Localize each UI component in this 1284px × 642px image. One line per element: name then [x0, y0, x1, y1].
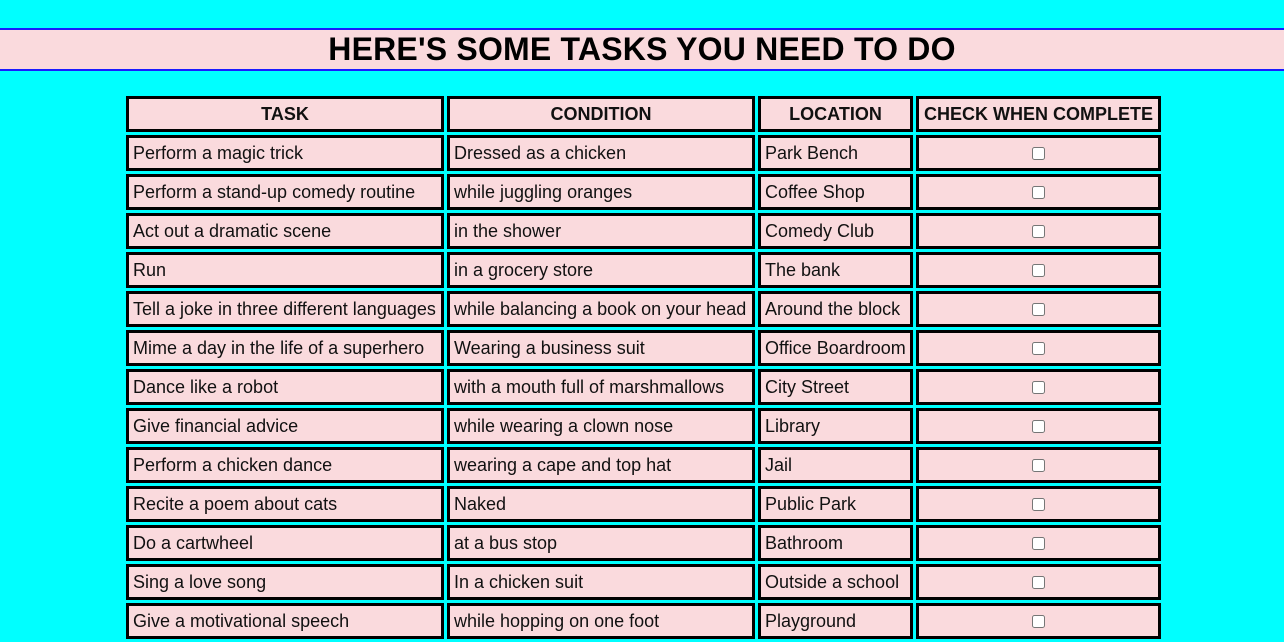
- complete-checkbox[interactable]: [1032, 381, 1045, 395]
- location-cell: Public Park: [758, 486, 913, 522]
- check-cell: [916, 330, 1161, 366]
- complete-checkbox[interactable]: [1032, 264, 1045, 278]
- task-cell: Act out a dramatic scene: [126, 213, 444, 249]
- table-header-row: TASK CONDITION LOCATION CHECK WHEN COMPL…: [126, 96, 1161, 132]
- check-cell: [916, 135, 1161, 171]
- table-row: Perform a stand-up comedy routine while j…: [126, 174, 1161, 210]
- condition-cell: Wearing a business suit: [447, 330, 755, 366]
- complete-checkbox[interactable]: [1032, 225, 1045, 239]
- location-cell: Office Boardroom: [758, 330, 913, 366]
- check-cell: [916, 447, 1161, 483]
- condition-cell: while balancing a book on your head: [447, 291, 755, 327]
- complete-checkbox[interactable]: [1032, 498, 1045, 512]
- complete-checkbox[interactable]: [1032, 459, 1045, 473]
- condition-cell: in a grocery store: [447, 252, 755, 288]
- table-row: Act out a dramatic scene in the shower Com…: [126, 213, 1161, 249]
- check-cell: [916, 525, 1161, 561]
- complete-checkbox[interactable]: [1032, 303, 1045, 317]
- table-row: Perform a chicken dance wearing a cape an…: [126, 447, 1161, 483]
- condition-cell: wearing a cape and top hat: [447, 447, 755, 483]
- check-cell: [916, 486, 1161, 522]
- location-cell: Outside a school: [758, 564, 913, 600]
- check-cell: [916, 603, 1161, 639]
- page-title: HERE'S SOME TASKS YOU NEED TO DO: [328, 31, 956, 67]
- condition-cell: at a bus stop: [447, 525, 755, 561]
- table-row: Recite a poem about cats Naked Public Park: [126, 486, 1161, 522]
- task-cell: Do a cartwheel: [126, 525, 444, 561]
- complete-checkbox[interactable]: [1032, 420, 1045, 434]
- location-cell: Comedy Club: [758, 213, 913, 249]
- header-condition: CONDITION: [447, 96, 755, 132]
- task-cell: Mime a day in the life of a superhero: [126, 330, 444, 366]
- header-task: TASK: [126, 96, 444, 132]
- condition-cell: Dressed as a chicken: [447, 135, 755, 171]
- complete-checkbox[interactable]: [1032, 147, 1045, 161]
- location-cell: Around the block: [758, 291, 913, 327]
- table-row: Sing a love song In a chicken suit Outside…: [126, 564, 1161, 600]
- task-cell: Perform a stand-up comedy routine: [126, 174, 444, 210]
- header-location: LOCATION: [758, 96, 913, 132]
- location-cell: City Street: [758, 369, 913, 405]
- condition-cell: Naked: [447, 486, 755, 522]
- task-cell: Give financial advice: [126, 408, 444, 444]
- table-row: Dance like a robot with a mouth full of m…: [126, 369, 1161, 405]
- task-cell: Tell a joke in three different languages: [126, 291, 444, 327]
- complete-checkbox[interactable]: [1032, 615, 1045, 629]
- condition-cell: while wearing a clown nose: [447, 408, 755, 444]
- location-cell: Jail: [758, 447, 913, 483]
- header-check-when-complete: CHECK WHEN COMPLETE: [916, 96, 1161, 132]
- location-cell: Park Bench: [758, 135, 913, 171]
- complete-checkbox[interactable]: [1032, 342, 1045, 356]
- complete-checkbox[interactable]: [1032, 537, 1045, 551]
- location-cell: Library: [758, 408, 913, 444]
- location-cell: Bathroom: [758, 525, 913, 561]
- condition-cell: with a mouth full of marshmallows: [447, 369, 755, 405]
- location-cell: The bank: [758, 252, 913, 288]
- task-cell: Run: [126, 252, 444, 288]
- check-cell: [916, 174, 1161, 210]
- check-cell: [916, 252, 1161, 288]
- location-cell: Coffee Shop: [758, 174, 913, 210]
- check-cell: [916, 369, 1161, 405]
- condition-cell: while juggling oranges: [447, 174, 755, 210]
- table-row: Do a cartwheel at a bus stop Bathroom: [126, 525, 1161, 561]
- table-row: Run in a grocery store The bank: [126, 252, 1161, 288]
- tasks-table: TASK CONDITION LOCATION CHECK WHEN COMPL…: [123, 93, 1164, 642]
- condition-cell: while hopping on one foot: [447, 603, 755, 639]
- complete-checkbox[interactable]: [1032, 576, 1045, 590]
- tasks-table-body: Perform a magic trick Dressed as a chicke…: [126, 135, 1161, 639]
- location-cell: Playground: [758, 603, 913, 639]
- task-cell: Give a motivational speech: [126, 603, 444, 639]
- complete-checkbox[interactable]: [1032, 186, 1045, 200]
- task-cell: Perform a magic trick: [126, 135, 444, 171]
- condition-cell: In a chicken suit: [447, 564, 755, 600]
- table-row: Mime a day in the life of a superhero Wea…: [126, 330, 1161, 366]
- page-banner: HERE'S SOME TASKS YOU NEED TO DO: [0, 28, 1284, 71]
- check-cell: [916, 291, 1161, 327]
- check-cell: [916, 213, 1161, 249]
- table-row: Perform a magic trick Dressed as a chicke…: [126, 135, 1161, 171]
- check-cell: [916, 408, 1161, 444]
- task-cell: Dance like a robot: [126, 369, 444, 405]
- condition-cell: in the shower: [447, 213, 755, 249]
- table-row: Tell a joke in three different languages…: [126, 291, 1161, 327]
- task-cell: Perform a chicken dance: [126, 447, 444, 483]
- task-cell: Recite a poem about cats: [126, 486, 444, 522]
- table-row: Give financial advice while wearing a clo…: [126, 408, 1161, 444]
- task-cell: Sing a love song: [126, 564, 444, 600]
- check-cell: [916, 564, 1161, 600]
- table-row: Give a motivational speech while hopping …: [126, 603, 1161, 639]
